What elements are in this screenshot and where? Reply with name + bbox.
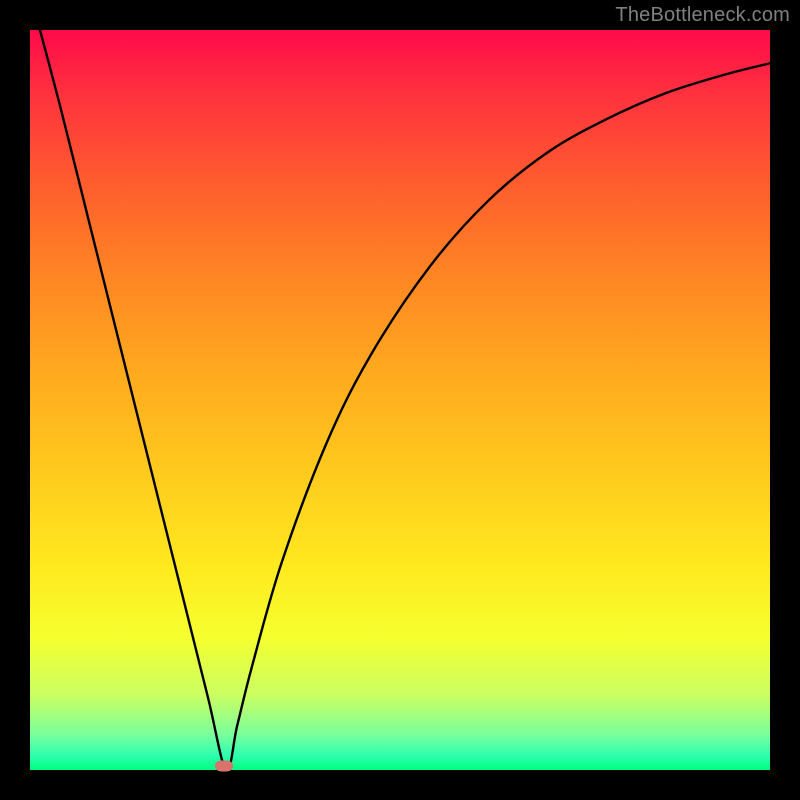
plot-area <box>30 30 770 770</box>
curve-layer <box>30 30 770 770</box>
chart-frame: TheBottleneck.com <box>0 0 800 800</box>
watermark-text: TheBottleneck.com <box>615 4 790 27</box>
min-marker <box>215 760 233 771</box>
bottleneck-curve <box>30 30 770 770</box>
